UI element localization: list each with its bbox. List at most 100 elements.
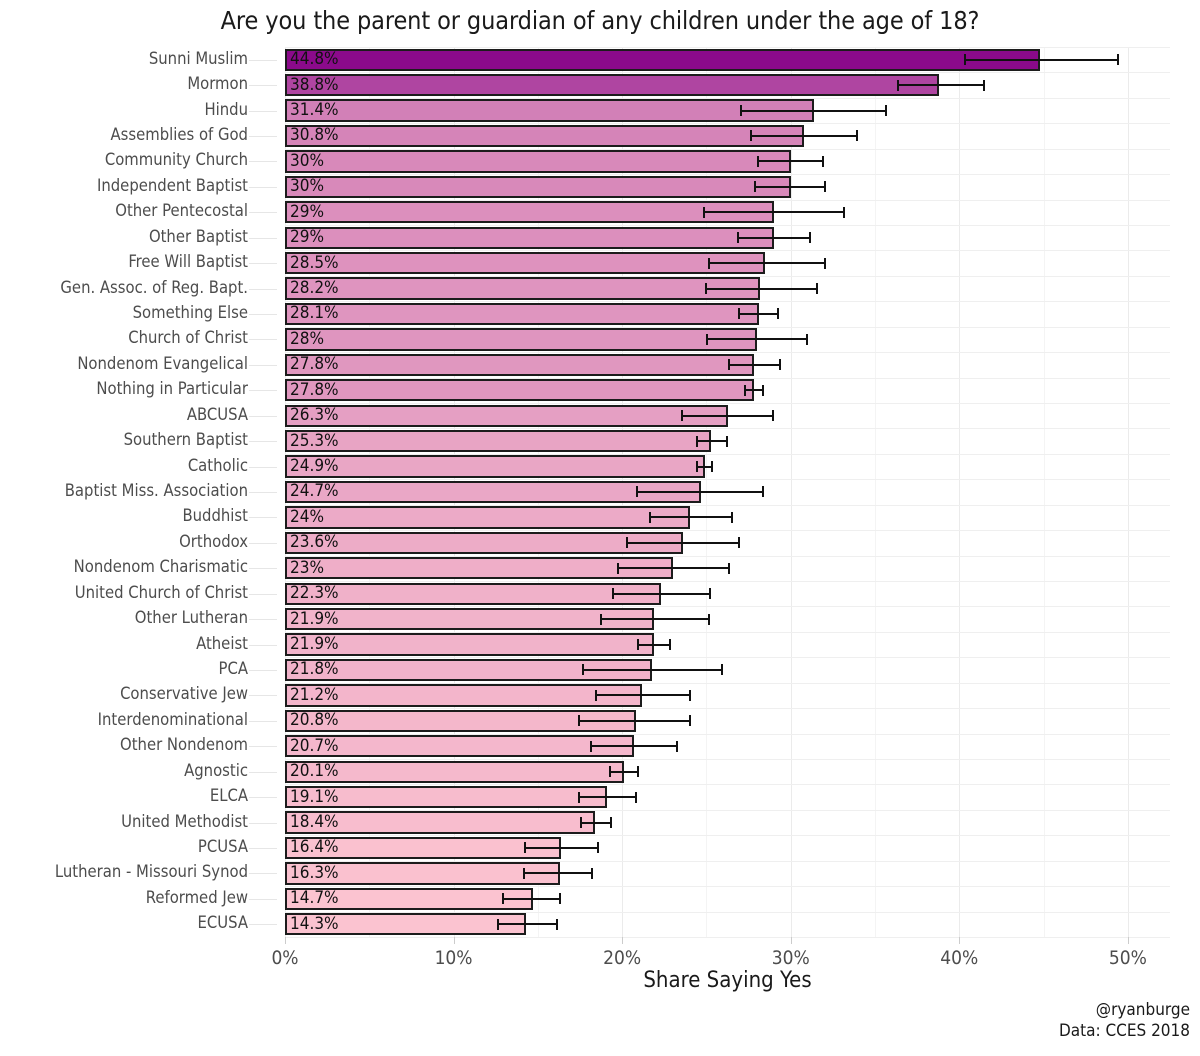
y-axis-tick xyxy=(249,746,277,748)
y-axis-label: United Methodist xyxy=(121,811,248,831)
bar[interactable]: 24% xyxy=(285,506,690,529)
y-axis-tick xyxy=(249,492,277,493)
y-axis-label: Catholic xyxy=(187,455,248,475)
y-axis-label: Mormon xyxy=(187,74,248,94)
bar[interactable]: 26.3% xyxy=(285,404,729,427)
error-bar-cap-low xyxy=(703,206,706,218)
bar[interactable]: 20.1% xyxy=(285,760,624,783)
chart-row: 20.8% xyxy=(285,708,1170,733)
error-bar-line xyxy=(497,923,559,926)
bar-value-label: 28.1% xyxy=(290,303,339,324)
y-axis-tick xyxy=(249,771,277,773)
chart-row: 30% xyxy=(285,174,1170,199)
chart-row: 20.1% xyxy=(285,759,1170,784)
error-bar-cap-low xyxy=(896,79,899,91)
bar[interactable]: 16.3% xyxy=(285,862,560,885)
error-bar-line xyxy=(728,363,781,366)
bar[interactable]: 23.6% xyxy=(285,531,683,554)
error-bar-line xyxy=(738,312,779,315)
bar[interactable]: 18.4% xyxy=(285,811,596,834)
bar[interactable]: 31.4% xyxy=(285,99,815,122)
bar[interactable]: 30.8% xyxy=(285,124,805,148)
bar-value-label: 26.3% xyxy=(290,405,339,426)
bar[interactable]: 21.2% xyxy=(285,684,643,707)
x-axis-tick-label: 50% xyxy=(1108,947,1147,969)
error-bar-cap-low xyxy=(704,283,707,295)
error-bar-cap-low xyxy=(681,410,684,422)
bar[interactable]: 25.3% xyxy=(285,430,712,453)
bar[interactable]: 19.1% xyxy=(285,786,607,809)
error-bar-cap-high xyxy=(778,359,781,371)
bar[interactable]: 30% xyxy=(285,150,791,173)
bar[interactable]: 20.7% xyxy=(285,735,634,758)
error-bar-cap-low xyxy=(738,308,741,320)
bar[interactable]: 38.8% xyxy=(285,74,940,97)
bar[interactable]: 28% xyxy=(285,328,757,351)
x-axis-tick-mark xyxy=(285,937,286,944)
bar[interactable]: 21.9% xyxy=(285,608,655,631)
y-axis-label: Southern Baptist xyxy=(123,430,248,450)
error-bar-cap-low xyxy=(743,384,746,396)
y-axis-tick xyxy=(249,441,277,443)
error-bar-cap-low xyxy=(580,817,582,829)
bar[interactable]: 44.8% xyxy=(285,48,1041,71)
error-bar-cap-low xyxy=(696,461,699,473)
bar[interactable]: 30% xyxy=(285,175,791,198)
bar-value-label: 21.2% xyxy=(290,684,339,705)
error-bar-cap-high xyxy=(824,181,827,193)
error-bar-cap-high xyxy=(635,791,638,803)
bar[interactable]: 22.3% xyxy=(285,582,661,605)
error-bar-line xyxy=(743,389,764,392)
bar-value-label: 20.1% xyxy=(290,761,339,782)
error-bar-cap-low xyxy=(696,435,699,447)
bar[interactable]: 23% xyxy=(285,557,673,580)
bar[interactable]: 24.9% xyxy=(285,455,705,478)
error-bar-line xyxy=(595,694,692,697)
error-bar-line xyxy=(740,109,887,112)
bar[interactable]: 16.4% xyxy=(285,836,562,860)
error-bar-line xyxy=(578,719,692,722)
chart-row: 21.2% xyxy=(285,683,1170,708)
chart-row: 44.8% xyxy=(285,47,1170,72)
caption-source: Data: CCES 2018 xyxy=(1058,1020,1190,1041)
bar[interactable]: 28.2% xyxy=(285,277,761,300)
error-bar-cap-high xyxy=(726,435,729,447)
bar[interactable]: 29% xyxy=(285,201,774,224)
error-bar-line xyxy=(703,211,845,214)
y-axis-label: Reformed Jew xyxy=(145,887,248,907)
bar[interactable]: 27.8% xyxy=(285,353,754,376)
error-bar-cap-high xyxy=(707,613,710,625)
chart-row: 16.4% xyxy=(285,835,1170,860)
bar-value-label: 23.6% xyxy=(290,532,339,553)
bar-value-label: 19.1% xyxy=(290,786,339,807)
error-bar-line xyxy=(522,872,594,875)
bar[interactable]: 21.9% xyxy=(285,633,655,656)
error-bar-cap-low xyxy=(649,511,652,523)
caption: @ryanburge Data: CCES 2018 xyxy=(1059,1000,1190,1041)
bar[interactable]: 14.3% xyxy=(285,913,527,936)
bar[interactable]: 14.7% xyxy=(285,887,533,910)
error-bar-cap-low xyxy=(964,54,967,66)
chart-row: 23% xyxy=(285,556,1170,581)
y-axis-tick xyxy=(249,898,277,900)
bar[interactable]: 28.1% xyxy=(285,302,759,326)
y-axis-label: Atheist xyxy=(196,633,248,653)
y-axis-label: Gen. Assoc. of Reg. Bapt. xyxy=(60,277,248,297)
y-axis-tick xyxy=(249,873,277,875)
error-bar-cap-high xyxy=(596,842,599,854)
bar-value-label: 28% xyxy=(290,328,324,349)
bar[interactable]: 28.5% xyxy=(285,252,766,275)
bar[interactable]: 29% xyxy=(285,226,774,249)
bar[interactable]: 27.8% xyxy=(285,379,754,402)
chart-row: 23.6% xyxy=(285,530,1170,555)
y-axis-label: Nothing in Particular xyxy=(96,379,248,399)
error-bar-cap-high xyxy=(689,715,692,727)
y-axis-tick xyxy=(249,364,277,366)
error-bar-line xyxy=(635,490,764,493)
error-bar-cap-low xyxy=(608,766,611,778)
error-bar-cap-high xyxy=(721,664,724,676)
bar-value-label: 28.5% xyxy=(290,252,339,273)
error-bar-cap-low xyxy=(578,715,581,727)
y-axis-tick xyxy=(249,85,277,87)
chart-row: 31.4% xyxy=(285,98,1170,123)
